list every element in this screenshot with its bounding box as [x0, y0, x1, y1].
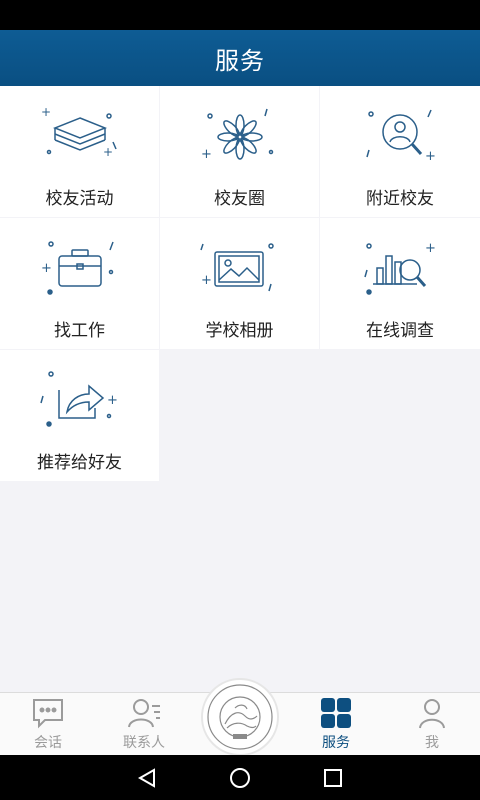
service-nearby-alumni[interactable]: + 附近校友 [320, 86, 480, 217]
service-label: 校友活动 [45, 189, 114, 209]
layers-icon: + + [35, 104, 125, 170]
recent-apps-icon[interactable] [318, 763, 348, 793]
service-label: 找工作 [54, 321, 105, 341]
page-header: 服务 [0, 30, 480, 86]
service-label: 在线调查 [366, 321, 434, 341]
service-label: 校友圈 [214, 189, 265, 209]
user-icon [414, 696, 450, 730]
service-label: 推荐给好友 [37, 453, 122, 473]
university-logo-icon[interactable] [201, 678, 279, 756]
svg-text:+: + [425, 149, 436, 164]
tab-me[interactable]: 我 [384, 693, 480, 755]
service-label: 附近校友 [366, 189, 434, 209]
service-find-job[interactable]: + 找工作 [0, 218, 159, 349]
svg-text:+: + [103, 145, 113, 159]
tab-label: 联系人 [123, 735, 165, 751]
service-recommend-to-friends[interactable]: + 推荐给好友 [0, 350, 159, 481]
tab-services[interactable]: 服务 [288, 693, 384, 755]
service-online-survey[interactable]: + 在线调查 [320, 218, 480, 349]
tab-contacts[interactable]: 联系人 [96, 693, 192, 755]
chart-search-icon: + [355, 236, 445, 302]
page-title: 服务 [215, 46, 265, 75]
person-search-icon: + [355, 104, 445, 170]
system-navigation-bar [0, 755, 480, 800]
photo-album-icon: + [195, 236, 285, 302]
tab-label: 会话 [34, 735, 62, 751]
tab-label: 我 [425, 735, 439, 751]
services-grid-icon [318, 696, 354, 730]
service-alumni-activities[interactable]: + + 校友活动 [0, 86, 159, 217]
share-icon: + [35, 368, 125, 434]
contacts-icon [126, 696, 162, 730]
flower-icon: + [195, 104, 285, 170]
svg-text:+: + [201, 273, 212, 288]
service-alumni-circle[interactable]: + 校友圈 [160, 86, 319, 217]
svg-text:+: + [41, 261, 52, 276]
tab-label: 服务 [322, 735, 350, 751]
back-icon[interactable] [132, 763, 162, 793]
svg-text:+: + [41, 105, 51, 119]
tab-chat[interactable]: 会话 [0, 693, 96, 755]
services-grid: + + 校友活动 + 校友圈 + 附近校友 + 找工作 + 学校相册 + 在线调… [0, 86, 480, 481]
chat-icon [30, 696, 66, 730]
svg-text:+: + [107, 393, 118, 408]
briefcase-icon: + [35, 236, 125, 302]
status-bar [0, 0, 480, 30]
svg-text:+: + [201, 147, 212, 162]
home-icon[interactable] [225, 763, 255, 793]
svg-text:+: + [425, 241, 436, 256]
service-school-album[interactable]: + 学校相册 [160, 218, 319, 349]
service-label: 学校相册 [205, 321, 274, 341]
